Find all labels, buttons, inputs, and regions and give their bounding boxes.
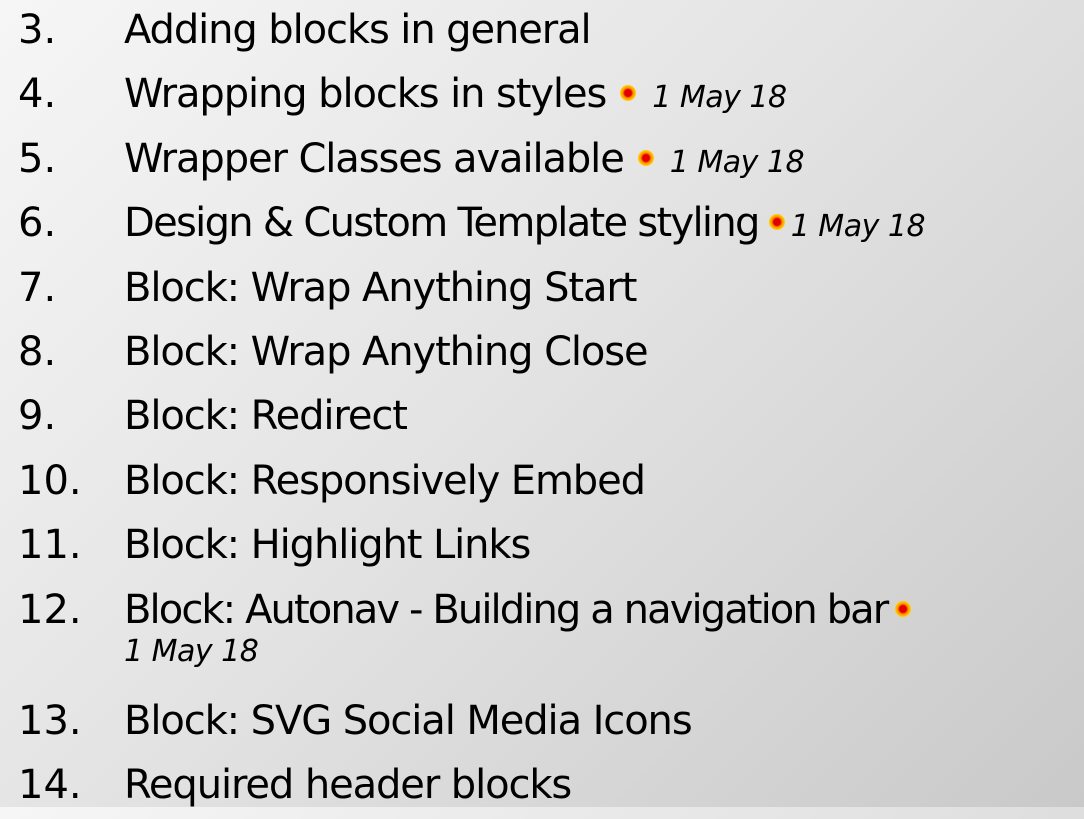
list-item: 6. Design & Custom Template styling 1 May… bbox=[0, 193, 1084, 257]
updated-date: 1 May 18 bbox=[652, 80, 787, 116]
list-item: 13. Block: SVG Social Media Icons bbox=[0, 691, 1084, 755]
list-item: 4. Wrapping blocks in styles 1 May 18 bbox=[0, 64, 1084, 128]
item-date-line: 1 May 18 bbox=[124, 628, 259, 672]
list-item: 5. Wrapper Classes available 1 May 18 bbox=[0, 129, 1084, 193]
list-item: 11. Block: Highlight Links bbox=[0, 515, 1084, 579]
slide: 3. Adding blocks in general 4. Wrapping … bbox=[0, 0, 1084, 808]
item-number: 8. bbox=[18, 328, 57, 375]
item-number: 14. bbox=[18, 761, 82, 808]
item-label: Block: Wrap Anything Close bbox=[124, 328, 649, 375]
item-number: 10. bbox=[18, 457, 82, 504]
item-label: Block: Autonav - Building a navigation b… bbox=[124, 586, 889, 633]
new-dot-icon bbox=[768, 214, 785, 231]
item-label: Adding blocks in general bbox=[124, 7, 592, 53]
item-text-wrap: Adding blocks in general bbox=[124, 0, 592, 60]
item-label: Block: Redirect bbox=[124, 393, 408, 440]
item-text-wrap: Block: Redirect bbox=[124, 386, 408, 446]
item-number: 11. bbox=[18, 522, 82, 569]
new-dot-icon bbox=[895, 600, 912, 617]
item-text-wrap: Wrapping blocks in styles 1 May 18 bbox=[124, 64, 787, 128]
item-label: Block: Wrap Anything Start bbox=[124, 264, 637, 311]
item-text-wrap: Block: Responsively Embed bbox=[124, 451, 646, 511]
item-label: Block: Highlight Links bbox=[124, 522, 531, 569]
new-dot-icon bbox=[620, 85, 637, 102]
item-label: Block: SVG Social Media Icons bbox=[124, 697, 693, 744]
item-number: 3. bbox=[18, 7, 57, 53]
item-text-wrap: Design & Custom Template styling 1 May 18 bbox=[124, 193, 926, 257]
numbered-list: 3. Adding blocks in general 4. Wrapping … bbox=[0, 0, 1084, 819]
item-label: Design & Custom Template styling bbox=[124, 200, 760, 247]
item-label: Wrapping blocks in styles bbox=[124, 71, 607, 118]
item-text-wrap: Required header blocks bbox=[124, 755, 572, 815]
item-number: 5. bbox=[18, 135, 57, 182]
item-number: 13. bbox=[18, 697, 82, 744]
list-item: 8. Block: Wrap Anything Close bbox=[0, 322, 1084, 386]
list-item: 12. Block: Autonav - Building a navigati… bbox=[0, 580, 1084, 691]
item-number: 9. bbox=[18, 393, 57, 440]
list-item: 10. Block: Responsively Embed bbox=[0, 451, 1084, 515]
item-number: 7. bbox=[18, 264, 57, 311]
item-label: Block: Responsively Embed bbox=[124, 457, 646, 504]
item-label: Required header blocks bbox=[124, 761, 572, 808]
list-item: 14. Required header blocks bbox=[0, 755, 1084, 819]
item-text-wrap: Block: Wrap Anything Start bbox=[124, 258, 637, 318]
item-number: 6. bbox=[18, 200, 57, 247]
item-number: 4. bbox=[18, 71, 57, 118]
item-text-wrap: Block: Highlight Links bbox=[124, 515, 531, 575]
item-label: Wrapper Classes available bbox=[124, 135, 625, 182]
new-dot-icon bbox=[637, 149, 654, 166]
item-number: 12. bbox=[18, 586, 82, 633]
updated-date: 1 May 18 bbox=[124, 633, 259, 669]
item-text-wrap: Block: Wrap Anything Close bbox=[124, 322, 649, 382]
updated-date: 1 May 18 bbox=[790, 209, 926, 245]
list-item: 7. Block: Wrap Anything Start bbox=[0, 258, 1084, 322]
updated-date: 1 May 18 bbox=[669, 144, 805, 180]
item-text-wrap: Block: SVG Social Media Icons bbox=[124, 691, 693, 751]
list-item: 3. Adding blocks in general bbox=[0, 0, 1084, 64]
list-item: 9. Block: Redirect bbox=[0, 386, 1084, 450]
item-text-wrap: Wrapper Classes available 1 May 18 bbox=[124, 129, 805, 193]
